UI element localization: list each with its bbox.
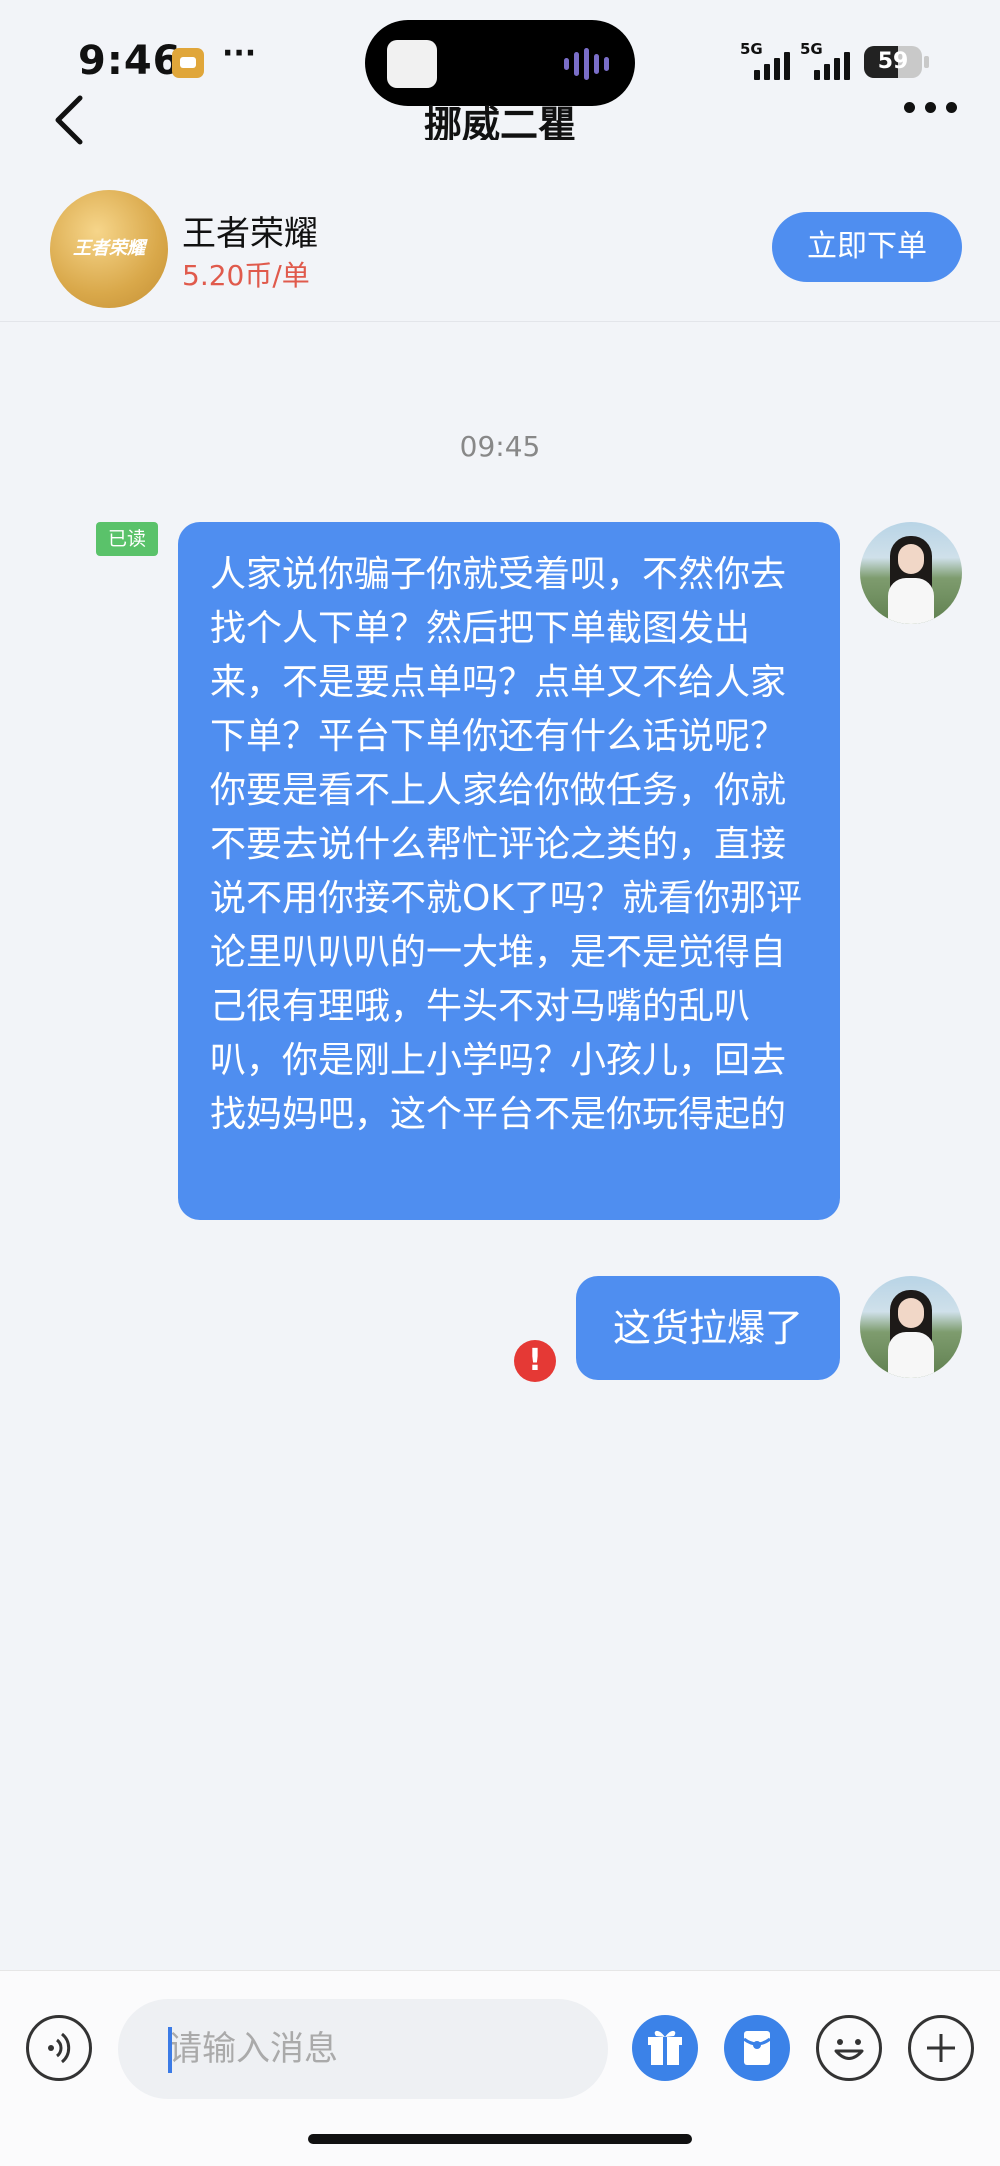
message-bubble[interactable]: 人家说你骗子你就受着呗，不然你去找个人下单？然后把下单截图发出来，不是要点单吗？… [178, 522, 840, 1220]
more-icon[interactable] [904, 102, 957, 113]
game-order-bar: 王者荣耀 王者荣耀 5.20币/单 立即下单 [0, 180, 1000, 322]
game-logo: 王者荣耀 [50, 190, 168, 308]
status-time: 9:46 [78, 38, 182, 84]
game-price: 5.20币/单 [182, 259, 310, 292]
voice-icon[interactable] [26, 2015, 92, 2081]
audio-wave-icon [564, 48, 609, 80]
text-cursor [168, 2027, 172, 2073]
send-failed-icon[interactable]: ! [514, 1340, 556, 1382]
battery-icon: 59 [864, 46, 922, 78]
message-notification-icon [172, 48, 204, 78]
red-packet-icon[interactable] [724, 2015, 790, 2081]
plus-icon[interactable] [908, 2015, 974, 2081]
message-input[interactable] [118, 1999, 608, 2099]
message-timestamp: 09:45 [459, 430, 541, 463]
message-bubble[interactable]: 这货拉爆了 [576, 1276, 840, 1380]
read-badge: 已读 [96, 522, 158, 556]
emoji-icon[interactable] [816, 2015, 882, 2081]
gift-icon[interactable] [632, 2015, 698, 2081]
order-now-button[interactable]: 立即下单 [772, 212, 962, 282]
home-indicator [308, 2134, 692, 2144]
status-more-dots: ··· [222, 36, 257, 71]
signal-icon-2: 5G [800, 40, 862, 80]
chat-title: 挪威二瞿 [423, 103, 576, 140]
signal-icon-1: 5G [740, 40, 802, 80]
avatar[interactable] [860, 522, 962, 624]
game-name: 王者荣耀 [182, 214, 318, 254]
island-app-icon [387, 40, 437, 88]
avatar[interactable] [860, 1276, 962, 1378]
